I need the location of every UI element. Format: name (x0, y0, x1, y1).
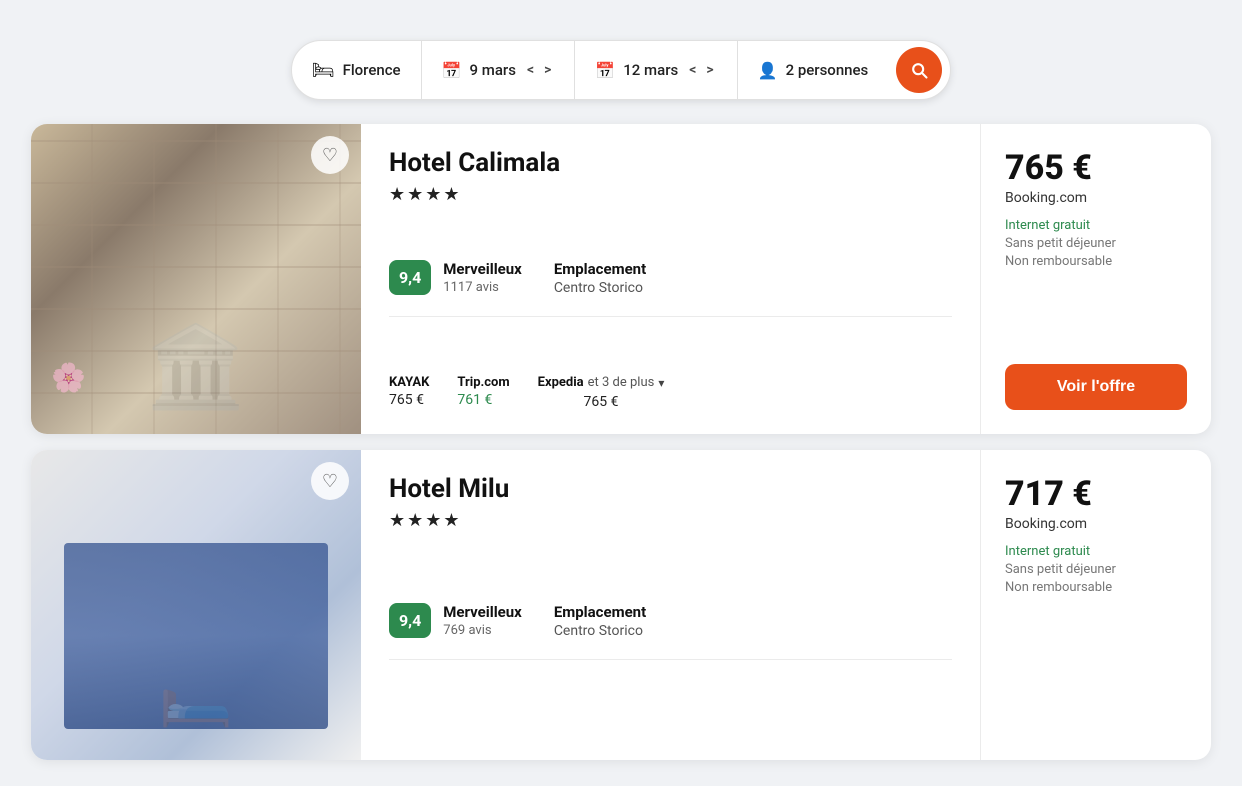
hotel-name-milu: Hotel Milu (389, 474, 952, 504)
favorite-button[interactable]: ♡ (311, 136, 349, 174)
hotel-header-milu: Hotel Milu ★★★★ (389, 474, 952, 551)
location-value: Centro Storico (554, 280, 646, 296)
price-feature-breakfast-milu: Sans petit déjeuner (1005, 562, 1187, 577)
search-bar-container: 🛏 Florence 📅 9 mars < > 📅 12 mars < > 👤 … (20, 20, 1222, 100)
hotel-info-calimala: Hotel Calimala ★★★★ 9,4 Merveilleux 1117… (361, 124, 981, 434)
checkout-calendar-icon: 📅 (595, 61, 615, 80)
checkin-prev-arrow[interactable]: < (524, 60, 537, 80)
location-value-milu: Centro Storico (554, 623, 646, 639)
hotel-image-wrapper: 🌸 ♡ (31, 124, 361, 434)
destination-value: Florence (343, 61, 401, 79)
price-features-milu: Internet gratuit Sans petit déjeuner Non… (1005, 544, 1187, 595)
search-icon (909, 60, 929, 80)
hotel-price-panel-calimala: 765 € Booking.com Internet gratuit Sans … (981, 124, 1211, 434)
source-name-kayak: KAYAK (389, 375, 429, 390)
source-amount-kayak: 765 € (389, 392, 429, 408)
rating-label: Merveilleux (443, 260, 522, 278)
destination-segment[interactable]: 🛏 Florence (292, 41, 422, 99)
checkin-value: 9 mars (470, 61, 516, 79)
rating-badge: 9,4 (389, 260, 431, 295)
rating-block: 9,4 Merveilleux 1117 avis (389, 260, 522, 295)
rating-label-milu: Merveilleux (443, 603, 522, 621)
rating-details: Merveilleux 1117 avis (443, 260, 522, 295)
price-feature-breakfast: Sans petit déjeuner (1005, 236, 1187, 251)
rating-location-block-milu: 9,4 Merveilleux 769 avis Emplacement Cen… (389, 603, 952, 660)
hotel-stars-milu: ★★★★ (389, 510, 952, 531)
source-extra-expedia: et 3 de plus (588, 375, 655, 390)
rating-details-milu: Merveilleux 769 avis (443, 603, 522, 638)
bed-icon: 🛏 (312, 60, 335, 81)
voir-offre-button-calimala[interactable]: Voir l'offre (1005, 364, 1187, 410)
guests-segment[interactable]: 👤 2 personnes (738, 41, 889, 99)
hotel-header: Hotel Calimala ★★★★ (389, 148, 952, 225)
hotel-price-panel-milu: 717 € Booking.com Internet gratuit Sans … (981, 450, 1211, 760)
hotel-card-milu: ♡ Hotel Milu ★★★★ 9,4 Merveilleux 769 av… (31, 450, 1211, 760)
price-main-milu: 717 € (1005, 474, 1187, 514)
price-source-trip[interactable]: Trip.com 761 € (457, 375, 509, 408)
source-amount-expedia: 765 € (584, 394, 619, 410)
heart-icon: ♡ (322, 145, 338, 166)
price-feature-wifi: Internet gratuit (1005, 218, 1187, 233)
location-title-milu: Emplacement (554, 603, 646, 621)
source-name-trip: Trip.com (457, 375, 509, 390)
chevron-down-icon: ▾ (658, 376, 664, 390)
price-feature-refund: Non remboursable (1005, 254, 1187, 269)
price-feature-wifi-milu: Internet gratuit (1005, 544, 1187, 559)
price-feature-refund-milu: Non remboursable (1005, 580, 1187, 595)
hotel-stars: ★★★★ (389, 184, 952, 205)
search-bar: 🛏 Florence 📅 9 mars < > 📅 12 mars < > 👤 … (291, 40, 952, 100)
checkout-value: 12 mars (623, 61, 678, 79)
person-icon: 👤 (758, 61, 778, 80)
checkout-segment[interactable]: 📅 12 mars < > (575, 41, 737, 99)
price-provider: Booking.com (1005, 190, 1187, 206)
favorite-button-milu[interactable]: ♡ (311, 462, 349, 500)
checkin-next-arrow[interactable]: > (541, 60, 554, 80)
price-source-expedia[interactable]: Expedia et 3 de plus ▾ 765 € (538, 375, 665, 410)
price-info-milu: 717 € Booking.com Internet gratuit Sans … (1005, 474, 1187, 615)
checkout-next-arrow[interactable]: > (703, 60, 716, 80)
location-block-milu: Emplacement Centro Storico (554, 603, 646, 639)
heart-icon: ♡ (322, 471, 338, 492)
price-sources: KAYAK 765 € Trip.com 761 € Expedia et 3 … (389, 375, 952, 410)
price-source-kayak[interactable]: KAYAK 765 € (389, 375, 429, 408)
hotel-image-calimala: 🌸 (31, 124, 361, 434)
source-name-expedia: Expedia (538, 375, 584, 390)
guests-value: 2 personnes (786, 61, 869, 79)
location-title: Emplacement (554, 260, 646, 278)
checkout-nav: < > (686, 60, 716, 80)
rating-count-milu: 769 avis (443, 623, 522, 638)
checkin-segment[interactable]: 📅 9 mars < > (422, 41, 576, 99)
hotel-card: 🌸 ♡ Hotel Calimala ★★★★ 9,4 Merveilleux … (31, 124, 1211, 434)
rating-count: 1117 avis (443, 280, 522, 295)
checkout-prev-arrow[interactable]: < (686, 60, 699, 80)
price-features: Internet gratuit Sans petit déjeuner Non… (1005, 218, 1187, 269)
expedia-header: Expedia et 3 de plus ▾ (538, 375, 665, 390)
hotel-name: Hotel Calimala (389, 148, 952, 178)
source-amount-trip: 761 € (457, 392, 509, 408)
location-block: Emplacement Centro Storico (554, 260, 646, 296)
hotel-image-decoration: 🌸 (51, 361, 86, 394)
rating-badge-milu: 9,4 (389, 603, 431, 638)
price-main: 765 € (1005, 148, 1187, 188)
hotel-image-milu (31, 450, 361, 760)
rating-block-milu: 9,4 Merveilleux 769 avis (389, 603, 522, 638)
hotel-image-wrapper-milu: ♡ (31, 450, 361, 760)
hotels-list: 🌸 ♡ Hotel Calimala ★★★★ 9,4 Merveilleux … (31, 124, 1211, 760)
price-provider-milu: Booking.com (1005, 516, 1187, 532)
rating-location-block: 9,4 Merveilleux 1117 avis Emplacement Ce… (389, 260, 952, 317)
price-info: 765 € Booking.com Internet gratuit Sans … (1005, 148, 1187, 289)
hotel-info-milu: Hotel Milu ★★★★ 9,4 Merveilleux 769 avis… (361, 450, 981, 760)
checkin-nav: < > (524, 60, 554, 80)
checkin-calendar-icon: 📅 (442, 61, 462, 80)
search-button[interactable] (896, 47, 942, 93)
